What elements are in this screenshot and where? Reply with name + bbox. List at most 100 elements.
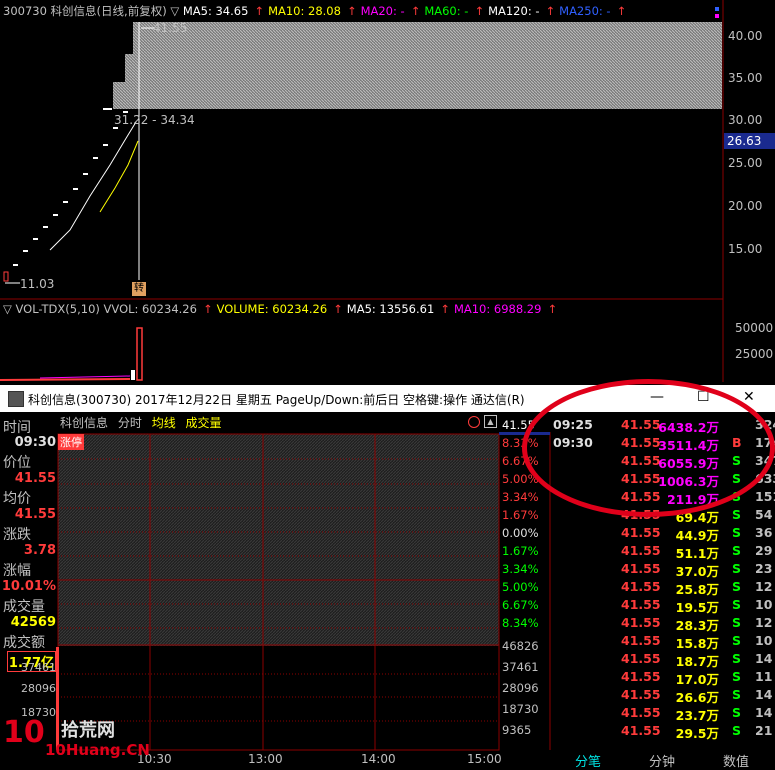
percent-tick: 3.34% — [502, 490, 539, 504]
price-tick: 25.00 — [728, 156, 763, 170]
tick-price: 41.55 — [621, 579, 661, 594]
tick-price: 41.55 — [621, 669, 661, 684]
volume-tick-right: 28096 — [502, 681, 539, 695]
time-axis-label: 14:00 — [361, 752, 396, 766]
tick-volume: 28.3万 — [675, 618, 719, 633]
price-tick: 15.00 — [728, 242, 763, 256]
limit-up-badge: 涨停 — [58, 434, 84, 450]
limit-up-fill — [58, 434, 499, 646]
tick-row[interactable]: 41.55 51.1万 S 29 — [551, 543, 775, 561]
up-arrow-icon: ↑ — [440, 302, 450, 316]
tick-count: 10 — [755, 633, 773, 648]
pct-value: 10.01% — [1, 579, 56, 594]
volume-tick-right: 37461 — [502, 660, 539, 674]
tick-row[interactable]: 41.55 15.8万 S 10 — [551, 633, 775, 651]
tick-row[interactable]: 41.55 25.8万 S 12 — [551, 579, 775, 597]
volume-legend-item: MA5: 13556.61 — [346, 302, 435, 316]
price-axis: 40.00 35.00 30.00 25.00 20.00 15.00 — [0, 0, 775, 300]
tick-count: 12 — [755, 615, 773, 630]
volume-tick: 25000 — [735, 347, 774, 361]
tab-fenzhong[interactable]: 分钟 — [649, 751, 675, 770]
tick-volume: 17.0万 — [675, 672, 719, 687]
tick-volume: 25.8万 — [675, 582, 719, 597]
volume-tick-left: 37461 — [21, 661, 56, 674]
volume-legend: VVOL: 60234.26 ↑ VOLUME: 60234.26 ↑ MA5: 135… — [104, 302, 562, 316]
up-arrow-icon: ↑ — [333, 302, 343, 316]
volume-legend-item: VVOL: 60234.26 — [103, 302, 197, 316]
volume-title-bar: ▽ VOL-TDX(5,10) VVOL: 60234.26 ↑ VOLUME: 6… — [3, 302, 561, 316]
avg-label: 均价 — [3, 491, 31, 507]
tick-side: S — [732, 705, 742, 720]
change-label: 涨跌 — [3, 527, 31, 543]
tick-row[interactable]: 41.55 37.0万 S 23 — [551, 561, 775, 579]
tick-volume: 18.7万 — [675, 654, 719, 669]
tick-side: S — [732, 561, 742, 576]
tick-volume: 23.7万 — [675, 708, 719, 723]
volume-indicator-name[interactable]: VOL-TDX(5,10) — [16, 302, 100, 316]
volume-tick-right: 9365 — [502, 723, 532, 737]
brand-logo: 10 拾荒网 10Huang.CN — [3, 715, 153, 767]
tick-volume: 37.0万 — [675, 564, 719, 579]
volume-tab[interactable]: 成交量 — [186, 416, 222, 430]
percent-tick: 0.00% — [502, 526, 539, 540]
tick-volume: 29.5万 — [675, 726, 719, 741]
logo-text-cn: 拾荒网 — [61, 720, 115, 741]
tick-side: S — [732, 669, 742, 684]
tick-count: 14 — [755, 705, 773, 720]
tick-side: S — [732, 597, 742, 612]
pct-label: 涨幅 — [3, 563, 31, 579]
filter-icon[interactable]: ▽ — [3, 302, 12, 316]
price-value: 41.55 — [14, 471, 56, 486]
tick-count: 54 — [755, 507, 773, 522]
app-icon — [8, 391, 24, 407]
volume-label: 成交量 — [3, 599, 45, 615]
volume-tick-left: 28096 — [21, 682, 56, 695]
tick-row[interactable]: 41.55 26.6万 S 14 — [551, 687, 775, 705]
volume-value: 42569 — [10, 615, 56, 630]
tick-side: S — [732, 615, 742, 630]
tick-volume: 26.6万 — [675, 690, 719, 705]
percent-tick: 8.34% — [502, 616, 539, 630]
avg-value: 41.55 — [14, 507, 56, 522]
tick-panel-tabs: 分笔 分钟 数值 — [551, 748, 775, 770]
current-price-tag: 26.63 — [724, 133, 775, 149]
tick-row[interactable]: 41.55 18.7万 S 14 — [551, 651, 775, 669]
tick-count: 36 — [755, 525, 773, 540]
tick-row[interactable]: 41.55 28.3万 S 12 — [551, 615, 775, 633]
price-tick: 20.00 — [728, 199, 763, 213]
tick-row[interactable]: 41.55 44.9万 S 36 — [551, 525, 775, 543]
price-label: 价位 — [3, 455, 31, 471]
tab-fenbi[interactable]: 分笔 — [575, 751, 601, 770]
up-arrow-icon: ↑ — [202, 302, 213, 316]
tick-side: S — [732, 525, 742, 540]
percent-tick: 1.67% — [502, 544, 539, 558]
amount-label: 成交额 — [3, 635, 45, 651]
tab-shuzhi[interactable]: 数值 — [723, 751, 749, 770]
tick-row[interactable]: 41.55 23.7万 S 14 — [551, 705, 775, 723]
fenshi-tab[interactable]: 分时 — [118, 416, 142, 430]
scroll-up-icon[interactable]: ▲ — [484, 415, 497, 428]
tick-price: 41.55 — [621, 561, 661, 576]
tick-count: 11 — [755, 669, 773, 684]
percent-tick: 3.34% — [502, 562, 539, 576]
tick-side: S — [732, 723, 742, 738]
volume-baseline — [0, 378, 131, 381]
percent-tick: 6.67% — [502, 598, 539, 612]
stock-name-tab[interactable]: 科创信息 — [60, 416, 108, 430]
tick-side: S — [732, 579, 742, 594]
price-tick: 35.00 — [728, 71, 763, 85]
time-axis-label: 13:00 — [248, 752, 283, 766]
tick-row[interactable]: 41.55 19.5万 S 10 — [551, 597, 775, 615]
tick-count: 29 — [755, 543, 773, 558]
tick-price: 41.55 — [621, 615, 661, 630]
junxian-tab[interactable]: 均线 — [152, 416, 176, 430]
tick-price: 41.55 — [621, 651, 661, 666]
tick-price: 41.55 — [621, 705, 661, 720]
tick-row[interactable]: 41.55 17.0万 S 11 — [551, 669, 775, 687]
tick-row[interactable]: 41.55 29.5万 S 21 — [551, 723, 775, 741]
record-icon[interactable] — [468, 416, 480, 428]
time-value: 09:30 — [14, 435, 56, 450]
tick-count: 14 — [755, 687, 773, 702]
tick-volume: 44.9万 — [675, 528, 719, 543]
volume-legend-item: MA10: 6988.29 — [453, 302, 542, 316]
